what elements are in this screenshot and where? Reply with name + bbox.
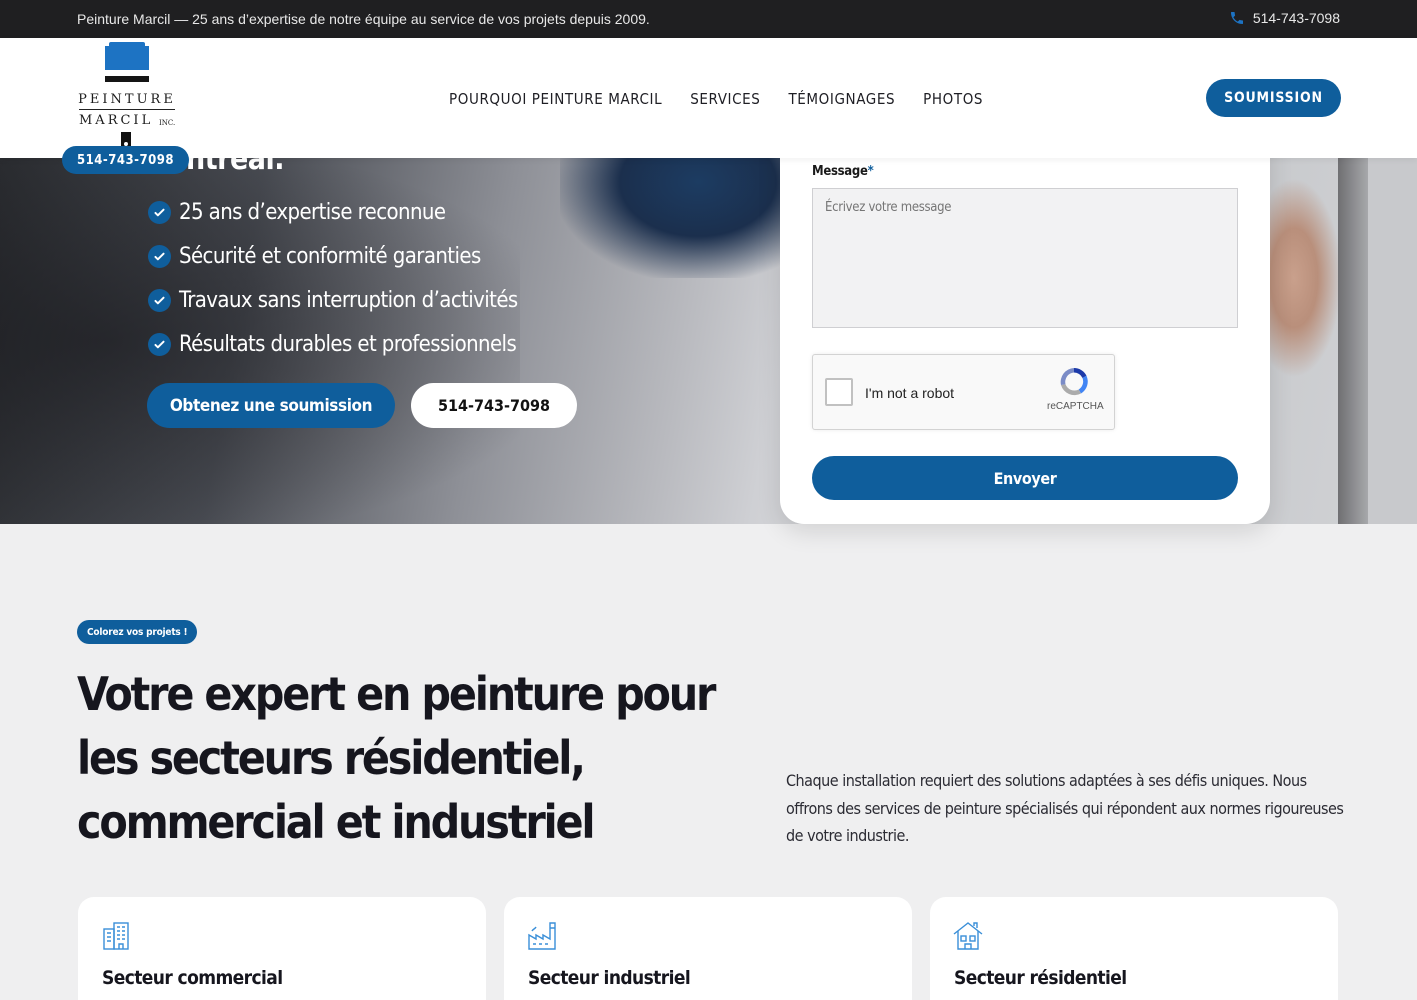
check-icon xyxy=(148,288,171,312)
card-title: Secteur industriel xyxy=(528,967,691,989)
soumission-button[interactable]: SOUMISSION xyxy=(1206,79,1341,117)
logo-phone-button[interactable]: 514-743-7098 xyxy=(62,146,189,174)
nav-item-photos[interactable]: PHOTOS xyxy=(923,90,983,108)
list-item: Résultats durables et professionnels xyxy=(148,322,518,366)
section-tag: Colorez vos projets ! xyxy=(77,620,198,644)
logo-rule xyxy=(79,109,175,110)
topbar-phone-number: 514-743-7098 xyxy=(1252,10,1340,26)
hero-title: ntréal. xyxy=(186,158,284,177)
hero-check-list: 25 ans d’expertise reconnue Sécurité et … xyxy=(148,190,518,366)
check-icon xyxy=(148,200,171,224)
section-title: Votre expert en peinture pour les secteu… xyxy=(77,667,716,849)
topbar-phone-link[interactable]: 514-743-7098 xyxy=(1229,10,1340,26)
logo-paint-swatch xyxy=(105,42,149,70)
hero-bg-edge xyxy=(1368,158,1417,524)
house-icon xyxy=(953,922,983,950)
message-label-text: Message xyxy=(812,164,868,179)
logo-bar xyxy=(105,76,149,82)
main-nav: POURQUOI PEINTURE MARCIL SERVICES TÉMOIG… xyxy=(449,90,983,108)
card-title: Secteur commercial xyxy=(102,967,283,989)
contact-form: Message* I'm not a robot reCAPTCHA Envoy… xyxy=(780,120,1270,524)
nav-item-temoignages[interactable]: TÉMOIGNAGES xyxy=(788,90,895,108)
logo-word-marcil: MARCIL xyxy=(79,113,154,128)
card-title: Secteur résidentiel xyxy=(954,967,1127,989)
logo[interactable]: PEINTURE MARCIL INC. xyxy=(77,42,177,148)
card-secteur-industriel[interactable]: Secteur industriel xyxy=(504,897,912,1000)
list-item: Travaux sans interruption d’activités xyxy=(148,278,518,322)
top-bar: Peinture Marcil — 25 ans d’expertise de … xyxy=(0,0,1417,38)
check-text: 25 ans d’expertise reconnue xyxy=(179,199,446,225)
check-icon xyxy=(148,332,171,356)
section-description: Chaque installation requiert des solutio… xyxy=(786,771,1344,845)
send-button[interactable]: Envoyer xyxy=(812,456,1238,500)
recaptcha-icon xyxy=(1060,368,1088,396)
required-mark: * xyxy=(867,164,874,179)
recaptcha-label: I'm not a robot xyxy=(865,385,955,401)
card-secteur-residentiel[interactable]: Secteur résidentiel xyxy=(930,897,1338,1000)
check-text: Résultats durables et professionnels xyxy=(179,331,517,357)
get-quote-button[interactable]: Obtenez une soumission xyxy=(147,383,395,428)
hero-bg-hand xyxy=(1262,178,1342,378)
nav-item-services[interactable]: SERVICES xyxy=(690,90,760,108)
hero-bg-brush xyxy=(560,158,790,278)
hero-phone-button[interactable]: 514-743-7098 xyxy=(411,383,577,428)
card-secteur-commercial[interactable]: Secteur commercial xyxy=(78,897,486,1000)
phone-icon xyxy=(1230,12,1243,24)
recaptcha-checkbox[interactable] xyxy=(825,378,853,406)
check-text: Sécurité et conformité garanties xyxy=(179,243,481,269)
list-item: 25 ans d’expertise reconnue xyxy=(148,190,518,234)
logo-word-peinture: PEINTURE xyxy=(78,92,176,107)
message-label: Message* xyxy=(812,164,874,179)
logo-inc: INC. xyxy=(159,119,176,127)
recaptcha-widget: I'm not a robot reCAPTCHA xyxy=(812,354,1115,430)
check-text: Travaux sans interruption d’activités xyxy=(179,287,518,313)
sector-cards: Secteur commercial Secteur industriel Se… xyxy=(78,897,1338,1000)
topbar-message: Peinture Marcil — 25 ans d’expertise de … xyxy=(77,11,650,27)
message-textarea[interactable] xyxy=(812,188,1238,328)
nav-item-pourquoi[interactable]: POURQUOI PEINTURE MARCIL xyxy=(449,90,662,108)
list-item: Sécurité et conformité garanties xyxy=(148,234,518,278)
recaptcha-brand: reCAPTCHA xyxy=(1047,401,1104,412)
hero-bg-wall xyxy=(1338,158,1368,524)
building-icon xyxy=(103,922,129,950)
check-icon xyxy=(148,244,171,268)
site-header: PEINTURE MARCIL INC. POURQUOI PEINTURE M… xyxy=(0,38,1417,158)
factory-icon xyxy=(528,922,556,950)
